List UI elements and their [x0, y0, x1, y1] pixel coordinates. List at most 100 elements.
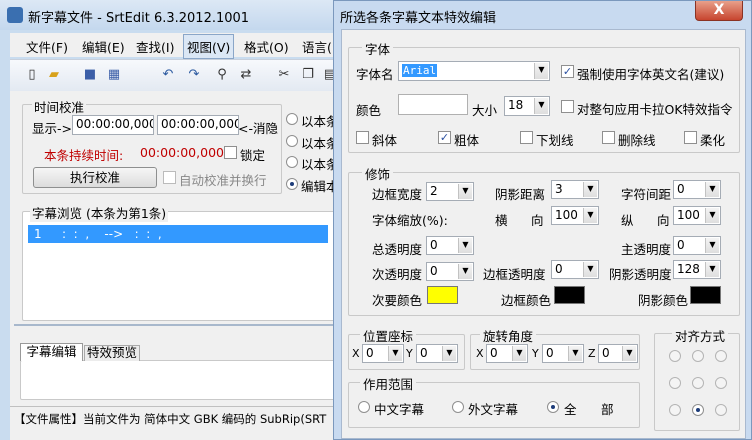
rot-z-value: 0 [602, 346, 610, 360]
align-top-center-radio[interactable] [692, 350, 704, 362]
undo-icon[interactable]: ↶ [160, 67, 176, 83]
pos-y-select[interactable]: 0 ▼ [416, 344, 458, 363]
rot-y-select[interactable]: 0 ▼ [542, 344, 584, 363]
align-bottom-center-radio[interactable] [692, 404, 704, 416]
new-file-icon[interactable]: ▯ [24, 67, 40, 83]
radio-option-3[interactable] [286, 156, 298, 168]
scope-foreign-radio[interactable] [452, 401, 464, 413]
radio-option-1[interactable] [286, 113, 298, 125]
pos-x-label: X [352, 347, 360, 360]
shadow-color-swatch[interactable] [690, 286, 721, 304]
karaoke-checkbox[interactable] [561, 100, 574, 113]
border-width-select[interactable]: 2 ▼ [426, 182, 474, 201]
duration-label: 本条持续时间: [44, 148, 124, 163]
horizontal-scale-select[interactable]: 100 ▼ [551, 206, 599, 225]
save-icon[interactable]: ■ [82, 67, 98, 83]
font-size-select[interactable]: 18 ▼ [504, 96, 550, 116]
cut-icon[interactable]: ✂ [276, 67, 292, 83]
decoration-group-title: 修饰 [362, 164, 394, 183]
horizontal-label: 横 [495, 213, 508, 228]
menu-find[interactable]: 查找(I) [136, 37, 174, 56]
char-spacing-value: 0 [677, 182, 685, 196]
chevron-down-icon: ▼ [583, 262, 597, 277]
copy-icon[interactable]: ❐ [300, 67, 316, 83]
menu-file[interactable]: 文件(F) [26, 37, 68, 56]
bold-checkbox[interactable]: ✓ [438, 131, 451, 144]
underline-checkbox[interactable] [520, 131, 533, 144]
scope-all-radio[interactable] [547, 401, 559, 413]
show-label: 显示-> [32, 121, 72, 136]
italic-checkbox[interactable] [356, 131, 369, 144]
total-alpha-select[interactable]: 0 ▼ [426, 236, 474, 255]
subtitle-edit-area[interactable] [20, 360, 340, 400]
secondary-alpha-value: 0 [430, 264, 438, 278]
tab-subtitle-edit[interactable]: 字幕编辑 [20, 343, 83, 361]
total-alpha-value: 0 [430, 238, 438, 252]
menu-view[interactable]: 视图(V) [183, 34, 235, 59]
primary-color-swatch[interactable] [398, 94, 468, 115]
status-text: 【文件属性】当前文件为 简体中文 GBK 编码的 SubRip(SRT [14, 412, 327, 426]
list-item[interactable]: 1 : : , --> : : , [28, 225, 328, 243]
splitter[interactable] [14, 324, 340, 326]
underline-label: 下划线 [536, 133, 574, 148]
border-width-value: 2 [430, 184, 438, 198]
scope-all-label-b: 部 [601, 402, 614, 417]
execute-calibration-button[interactable]: 执行校准 [33, 167, 157, 188]
chevron-down-icon: ▼ [534, 63, 548, 79]
align-bottom-right-radio[interactable] [715, 404, 727, 416]
font-name-select[interactable]: Arial ▼ [398, 61, 550, 81]
menu-bar: 文件(F) 编辑(E) 查找(I) 视图(V) 格式(O) 语言( [10, 33, 340, 59]
auto-calibrate-checkbox[interactable] [163, 171, 176, 184]
char-spacing-select[interactable]: 0 ▼ [673, 180, 721, 199]
font-name-label: 字体名 [356, 67, 394, 82]
align-middle-right-radio[interactable] [715, 377, 727, 389]
menu-edit[interactable]: 编辑(E) [82, 37, 125, 56]
secondary-color-label: 次要颜色 [372, 293, 423, 308]
lock-checkbox[interactable] [224, 146, 237, 159]
total-alpha-label: 总透明度 [372, 242, 423, 257]
align-middle-left-radio[interactable] [669, 377, 681, 389]
pos-x-select[interactable]: 0 ▼ [362, 344, 404, 363]
vertical-scale-select[interactable]: 100 ▼ [673, 206, 721, 225]
border-color-swatch[interactable] [554, 286, 585, 304]
time-group-title: 时间校准 [32, 97, 87, 116]
italic-label: 斜体 [372, 133, 398, 148]
border-alpha-select[interactable]: 0 ▼ [551, 260, 599, 279]
strikeout-checkbox[interactable] [602, 131, 615, 144]
find-icon[interactable]: ⚲ [214, 67, 230, 83]
shadow-alpha-select[interactable]: 128 ▼ [673, 260, 721, 279]
secondary-alpha-select[interactable]: 0 ▼ [426, 262, 474, 281]
main-alpha-select[interactable]: 0 ▼ [673, 236, 721, 255]
toolbar: ▯ ▰ ■ ▦ ↶ ↷ ⚲ ⇄ ✂ ❐ ▤ [10, 59, 340, 91]
shadow-distance-value: 3 [555, 182, 563, 196]
align-top-right-radio[interactable] [715, 350, 727, 362]
rot-z-select[interactable]: 0 ▼ [598, 344, 638, 363]
menu-format[interactable]: 格式(O) [244, 37, 289, 56]
scope-chinese-radio[interactable] [358, 401, 370, 413]
align-top-left-radio[interactable] [669, 350, 681, 362]
rot-x-select[interactable]: 0 ▼ [486, 344, 528, 363]
menu-language[interactable]: 语言( [302, 37, 332, 56]
alignment-group-title: 对齐方式 [672, 326, 729, 345]
effect-dialog: 所选各条字幕文本特效编辑 X 字体 字体名 Arial ▼ ✓ 强制使用字体英文… [333, 0, 752, 440]
align-bottom-left-radio[interactable] [669, 404, 681, 416]
redo-icon[interactable]: ↷ [186, 67, 202, 83]
soft-checkbox[interactable] [684, 131, 697, 144]
scope-group-title: 作用范围 [360, 374, 417, 393]
chevron-down-icon: ▼ [458, 184, 472, 199]
tab-effect-preview[interactable]: 特效预览 [84, 345, 140, 361]
end-time-input[interactable]: 00:00:00,000 [157, 115, 239, 135]
shadow-distance-select[interactable]: 3 ▼ [551, 180, 599, 199]
replace-icon[interactable]: ⇄ [238, 67, 254, 83]
preview-title: 字幕浏览 (本条为第1条) [30, 203, 169, 222]
align-middle-center-radio[interactable] [692, 377, 704, 389]
status-bar: 【文件属性】当前文件为 简体中文 GBK 编码的 SubRip(SRT [10, 406, 340, 428]
radio-option-4[interactable] [286, 178, 298, 190]
close-button[interactable]: X [695, 1, 743, 21]
secondary-color-swatch[interactable] [427, 286, 458, 304]
save-all-icon[interactable]: ▦ [106, 67, 122, 83]
force-english-checkbox[interactable]: ✓ [561, 65, 574, 78]
start-time-input[interactable]: 00:00:00,000 [72, 115, 154, 135]
open-folder-icon[interactable]: ▰ [46, 67, 62, 83]
radio-option-2[interactable] [286, 135, 298, 147]
